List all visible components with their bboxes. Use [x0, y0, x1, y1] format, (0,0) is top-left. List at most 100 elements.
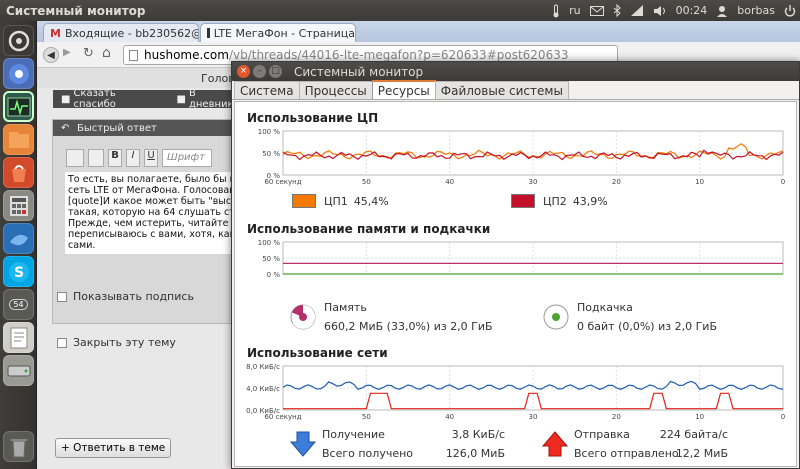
x-tick-label: 40	[445, 178, 454, 186]
close-topic-label: Закрыть эту тему	[73, 336, 176, 349]
url-host: hushome.com	[144, 48, 229, 62]
maximize-icon[interactable]: □	[269, 65, 282, 78]
reload-icon[interactable]: ↻	[83, 46, 94, 61]
thermometer-icon[interactable]	[552, 0, 560, 21]
close-topic-checkbox[interactable]	[57, 337, 67, 348]
tab-system[interactable]: Система	[234, 81, 300, 99]
quick-reply-header[interactable]: ↶ Быстрый ответ	[53, 120, 247, 136]
sysmon-tabs: Система Процессы Ресурсы Файловые систем…	[232, 80, 799, 100]
x-tick-label: 50	[362, 413, 371, 421]
dash-home-icon[interactable]	[3, 25, 34, 56]
cpu1-legend: ЦП1 45,4%	[292, 194, 389, 208]
tab-label: Система	[240, 83, 294, 98]
font-select[interactable]: Шрифт	[162, 149, 212, 167]
y-tick-label: 50 %	[262, 255, 280, 263]
reply-text-line: То есть, вы полагаете, было бы прави	[68, 174, 247, 185]
swap-label: Подкачка	[577, 301, 633, 314]
upload-arrow-icon[interactable]	[542, 430, 568, 458]
home-icon[interactable]: ⌂	[102, 45, 111, 61]
drive-icon[interactable]	[3, 355, 34, 386]
reply-text-line: сами.	[68, 240, 96, 251]
thanks-button[interactable]: ■ Сказать спасибо	[61, 88, 161, 110]
trash-icon[interactable]	[3, 431, 34, 462]
browser-tab-gmail[interactable]: M Входящие - bb230562@g	[43, 23, 199, 42]
memory-graph: 100 % 50 % 0 %	[258, 240, 784, 279]
mail-icon[interactable]	[589, 0, 604, 21]
files-icon[interactable]	[3, 124, 34, 155]
network-icon[interactable]	[630, 0, 644, 21]
quick-reply-panel: ↶ Быстрый ответ B I U Шрифт То есть, вы …	[52, 119, 248, 324]
show-signature-row[interactable]: Показывать подпись	[57, 290, 194, 303]
memory-label: Память	[324, 301, 367, 314]
y-tick-label: 50 %	[262, 150, 280, 158]
memory-legend: Память 660,2 МиБ (33,0%) из 2,0 ГиБ	[290, 300, 493, 335]
x-tick-label: 60 секунд	[264, 178, 301, 186]
receive-total-label: Всего получено	[322, 447, 414, 460]
collapse-icon: ↶	[61, 122, 70, 134]
reply-text-line: такая, которую на 64 слушать стошнит	[68, 207, 247, 218]
post-actions-bar: ■ Сказать спасибо ■ В дневник	[53, 88, 243, 110]
power-icon[interactable]	[784, 0, 796, 21]
close-icon[interactable]: ×	[237, 65, 250, 78]
memory-value: 660,2 МиБ (33,0%) из 2,0 ГиБ	[324, 320, 493, 333]
quick-reply-title: Быстрый ответ	[77, 122, 157, 134]
cpu-section-title: Использование ЦП	[247, 111, 379, 125]
resources-panel: Использование ЦП 100 % 50 % 0 % 60 секунд 50…	[234, 101, 797, 467]
clock[interactable]: 00:24	[676, 0, 708, 21]
keyboard-layout-indicator[interactable]: ru	[569, 0, 581, 21]
send-legend: Отправка 224 байта/с Всего отправлено 12…	[542, 426, 728, 466]
user-name[interactable]: borbas	[737, 0, 775, 21]
tab-resources[interactable]: Ресурсы	[371, 80, 436, 99]
x-tick-label: 30	[529, 178, 538, 186]
tab-label: Ресурсы	[377, 83, 430, 98]
smiley-icon[interactable]	[88, 149, 104, 167]
cpu1-label: ЦП1	[324, 194, 348, 208]
cpu-graph: 100 %50 %0 %60 секунд 50 40 30 20 10 0	[258, 129, 785, 186]
swap-legend: Подкачка 0 байт (0,0%) из 2,0 ГиБ	[543, 300, 717, 335]
download-arrow-icon[interactable]	[290, 430, 316, 458]
reply-textarea[interactable]: То есть, вы полагаете, было бы прави сет…	[65, 172, 247, 254]
forum-header-bar: Голова	[37, 68, 247, 88]
x-tick-label: 40	[445, 413, 454, 421]
minimize-icon[interactable]: –	[253, 65, 266, 78]
show-signature-checkbox[interactable]	[57, 291, 67, 302]
y-tick-label: 100 %	[258, 240, 281, 247]
y-tick-label: 0 %	[267, 271, 281, 279]
text-editor-icon[interactable]	[3, 322, 34, 353]
cpu1-color-swatch[interactable]	[292, 194, 316, 208]
tab-processes[interactable]: Процессы	[298, 81, 373, 99]
memory-pie-icon[interactable]	[290, 304, 316, 330]
italic-button[interactable]: I	[126, 149, 140, 167]
swap-pie-icon[interactable]	[543, 304, 569, 330]
x-tick-label: 20	[612, 413, 621, 421]
diary-icon: ■	[176, 93, 186, 105]
calculator-icon[interactable]	[3, 190, 34, 221]
window-titlebar[interactable]: × – □ Системный монитор	[232, 62, 799, 81]
bold-button[interactable]: B	[108, 149, 122, 167]
cpu2-legend: ЦП2 43,9%	[511, 194, 608, 208]
editor-toolbar: B I U Шрифт	[66, 147, 246, 169]
skype-icon[interactable]: S	[3, 256, 34, 287]
chromium-icon[interactable]	[3, 58, 34, 89]
reply-in-topic-button[interactable]: + Ответить в теме	[55, 438, 172, 458]
user-icon[interactable]	[716, 0, 728, 21]
updates-icon[interactable]: 54	[3, 289, 34, 320]
browser-tab-lte[interactable]: LTE МегаФон - Страница	[200, 23, 356, 42]
receive-legend: Получение 3,8 КиБ/с Всего получено 126,0…	[290, 426, 505, 466]
software-center-icon[interactable]	[3, 157, 34, 188]
system-monitor-icon[interactable]	[3, 91, 34, 122]
bluetooth-icon[interactable]	[613, 0, 621, 21]
x-tick-label: 60 секунд	[264, 413, 301, 421]
tab-filesystems[interactable]: Файловые системы	[434, 81, 569, 99]
x-tick-label: 30	[529, 413, 538, 421]
back-icon[interactable]: ◀	[43, 47, 59, 63]
cpu2-label: ЦП2	[543, 194, 567, 208]
close-topic-row[interactable]: Закрыть эту тему	[57, 336, 176, 349]
cpu2-color-swatch[interactable]	[511, 194, 535, 208]
volume-icon[interactable]	[653, 0, 667, 21]
thunderbird-icon[interactable]	[3, 223, 34, 254]
underline-button[interactable]: U	[144, 149, 158, 167]
forward-icon[interactable]: ▶	[63, 47, 71, 58]
format-icon[interactable]	[66, 149, 84, 167]
browser-tab-label: Входящие - bb230562@g	[64, 26, 199, 40]
